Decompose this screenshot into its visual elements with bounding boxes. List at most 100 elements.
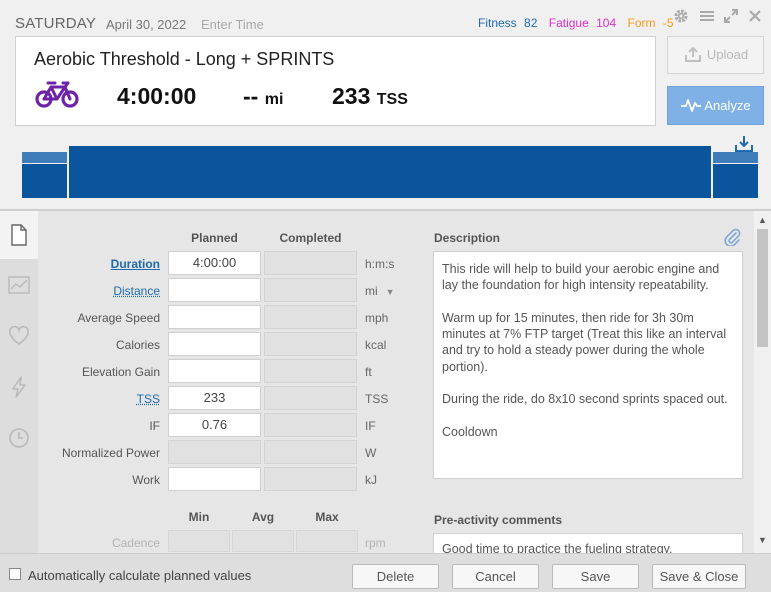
tss-unit: TSS <box>365 392 389 406</box>
workout-title[interactable]: Aerobic Threshold - Long + SPRINTS <box>34 49 334 70</box>
workout-summary-card: Aerobic Threshold - Long + SPRINTS 4:00:… <box>15 36 656 126</box>
tab-zones[interactable] <box>0 414 38 462</box>
warmup-base <box>22 164 67 198</box>
duration-value: 4:00:00 <box>117 83 197 109</box>
description-textarea[interactable]: This ride will help to build your aerobi… <box>433 251 743 479</box>
distance-label[interactable]: Distance <box>113 284 160 298</box>
paperclip-icon[interactable] <box>723 228 741 246</box>
normalized-power-unit: W <box>365 446 377 460</box>
duration-completed-input[interactable] <box>264 251 357 275</box>
duration-label[interactable]: Duration <box>111 257 160 271</box>
elevation-gain-planned-input[interactable] <box>168 359 261 383</box>
cadence-max-input <box>296 530 358 552</box>
row-if: IF 0.76 IF <box>38 413 418 439</box>
work-label: Work <box>132 473 160 487</box>
average-speed-unit: mph <box>365 311 389 325</box>
completed-header: Completed <box>279 231 342 245</box>
pre-activity-heading: Pre-activity comments <box>434 513 563 527</box>
duration-planned-input[interactable]: 4:00:00 <box>168 251 261 275</box>
chart-icon <box>8 276 30 294</box>
row-average-speed: Average Speed mph <box>38 305 418 331</box>
average-speed-planned-input[interactable] <box>168 305 261 329</box>
auto-calculate-checkbox[interactable] <box>9 568 21 580</box>
description-heading: Description <box>434 231 501 245</box>
scroll-thumb[interactable] <box>757 229 768 347</box>
tab-heart-rate[interactable] <box>0 312 38 360</box>
menu-icon[interactable] <box>698 8 716 26</box>
cancel-button[interactable]: Cancel <box>452 564 539 589</box>
fatigue-metric: Fatigue 104 <box>548 16 617 30</box>
window-controls <box>672 8 767 26</box>
normalized-power-label: Normalized Power <box>61 446 160 460</box>
distance-completed-input[interactable] <box>264 278 357 302</box>
calories-label: Calories <box>115 338 160 352</box>
distance-unit-select[interactable]: mi ▼ <box>365 284 395 298</box>
row-calories: Calories kcal <box>38 332 418 358</box>
upload-button[interactable]: Upload <box>667 36 764 74</box>
tab-charts[interactable] <box>0 261 38 309</box>
gear-icon[interactable] <box>672 8 690 26</box>
calories-unit: kcal <box>365 338 387 352</box>
delete-button[interactable]: Delete <box>352 564 439 589</box>
distance-planned-input[interactable] <box>168 278 261 302</box>
cadence-min-input <box>168 530 230 552</box>
description-paragraph: Warm up for 15 minutes, then ride for 3h… <box>442 310 727 374</box>
expand-icon[interactable] <box>722 8 740 26</box>
row-elevation-gain: Elevation Gain ft <box>38 359 418 385</box>
if-label: IF <box>149 419 160 433</box>
work-planned-input[interactable] <box>168 467 261 491</box>
calories-completed-input[interactable] <box>264 332 357 356</box>
description-paragraph: This ride will help to build your aerobi… <box>442 262 720 293</box>
bike-icon <box>35 81 79 108</box>
workout-details: Planned Completed Duration 4:00:00 h:m:s… <box>0 211 771 553</box>
analyze-button[interactable]: Analyze <box>667 86 764 125</box>
work-completed-input[interactable] <box>264 467 357 491</box>
tss-completed-input[interactable] <box>264 386 357 410</box>
elevation-gain-label: Elevation Gain <box>81 365 160 379</box>
lightning-icon <box>12 376 26 398</box>
save-close-button[interactable]: Save & Close <box>652 564 746 589</box>
avg-header: Avg <box>251 510 275 524</box>
pre-activity-textarea[interactable]: Good time to practice the fueling strate… <box>433 533 743 553</box>
work-unit: kJ <box>365 473 377 487</box>
tss-planned-input[interactable]: 233 <box>168 386 261 410</box>
main-segment <box>69 146 711 198</box>
calories-planned-input[interactable] <box>168 332 261 356</box>
cooldown-segment <box>713 152 758 163</box>
fitness-metrics: Fitness 82 Fatigue 104 Form -5 <box>478 16 682 30</box>
duration-unit: h:m:s <box>365 257 395 271</box>
elevation-gain-unit: ft <box>365 365 372 379</box>
chevron-down-icon: ▼ <box>385 287 395 297</box>
auto-calculate-label[interactable]: Automatically calculate planned values <box>28 568 251 583</box>
tss-value: 233 TSS <box>332 83 408 109</box>
scroll-down-icon[interactable]: ▼ <box>758 535 767 545</box>
date-label: April 30, 2022 <box>106 17 187 32</box>
clock-icon <box>9 428 29 448</box>
tab-summary[interactable] <box>0 211 38 259</box>
close-icon[interactable] <box>746 8 764 26</box>
tab-power[interactable] <box>0 363 38 411</box>
footer-bar: Automatically calculate planned values D… <box>0 553 771 592</box>
vertical-scrollbar[interactable]: ▲ ▼ <box>754 211 771 553</box>
cadence-avg-input <box>232 530 294 552</box>
if-completed-input[interactable] <box>264 413 357 437</box>
elevation-gain-completed-input[interactable] <box>264 359 357 383</box>
average-speed-completed-input[interactable] <box>264 305 357 329</box>
min-header: Min <box>188 510 210 524</box>
row-normalized-power: Normalized Power W <box>38 440 418 466</box>
description-paragraph: Cooldown <box>442 424 498 439</box>
tss-label[interactable]: TSS <box>137 392 160 406</box>
day-label: SATURDAY <box>15 15 97 32</box>
pulse-icon <box>680 87 702 124</box>
if-planned-input[interactable]: 0.76 <box>168 413 261 437</box>
row-duration: Duration 4:00:00 h:m:s <box>38 251 418 277</box>
scroll-up-icon[interactable]: ▲ <box>758 215 767 225</box>
cooldown-base <box>713 164 758 198</box>
row-distance: Distance mi ▼ <box>38 278 418 304</box>
enter-time-link[interactable]: Enter Time <box>201 17 264 32</box>
normalized-power-completed-input[interactable] <box>264 440 357 464</box>
save-button[interactable]: Save <box>552 564 639 589</box>
average-speed-label: Average Speed <box>77 311 160 325</box>
side-tabs <box>0 211 38 553</box>
row-work: Work kJ <box>38 467 418 493</box>
